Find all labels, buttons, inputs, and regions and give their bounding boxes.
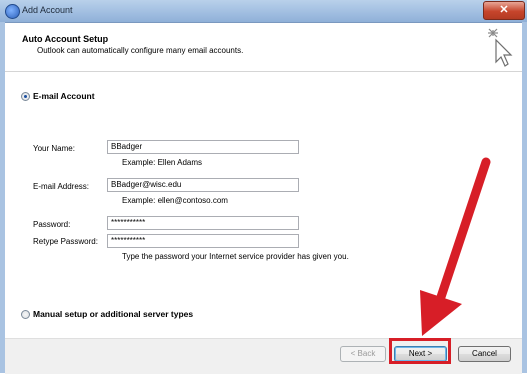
- manual-setup-label[interactable]: Manual setup or additional server types: [33, 309, 193, 319]
- email-address-label: E-mail Address:: [33, 182, 90, 191]
- email-address-example: Example: ellen@contoso.com: [122, 196, 228, 205]
- email-address-input[interactable]: BBadger@wisc.edu: [107, 178, 299, 192]
- your-name-input[interactable]: BBadger: [107, 140, 299, 154]
- outlook-icon: [5, 4, 20, 19]
- email-account-label[interactable]: E-mail Account: [33, 91, 95, 101]
- password-input[interactable]: ***********: [107, 216, 299, 230]
- manual-setup-radio[interactable]: [21, 310, 30, 319]
- window-title: Add Account: [22, 5, 73, 15]
- close-button[interactable]: ✕: [483, 1, 525, 20]
- window-frame-right: [522, 22, 527, 373]
- password-label: Password:: [33, 220, 71, 229]
- retype-password-input[interactable]: ***********: [107, 234, 299, 248]
- cursor-sparkle-icon: [488, 28, 513, 67]
- password-hint: Type the password your Internet service …: [122, 252, 349, 261]
- retype-password-label: Retype Password:: [33, 237, 98, 246]
- title-bar: [0, 0, 527, 23]
- header-title: Auto Account Setup: [22, 34, 109, 44]
- email-account-radio[interactable]: [21, 92, 30, 101]
- back-button[interactable]: < Back: [340, 346, 386, 362]
- red-arrow-annotation: [420, 157, 491, 336]
- your-name-example: Example: Ellen Adams: [122, 158, 203, 167]
- your-name-label: Your Name:: [33, 144, 75, 153]
- header-subtitle: Outlook can automatically configure many…: [37, 46, 244, 55]
